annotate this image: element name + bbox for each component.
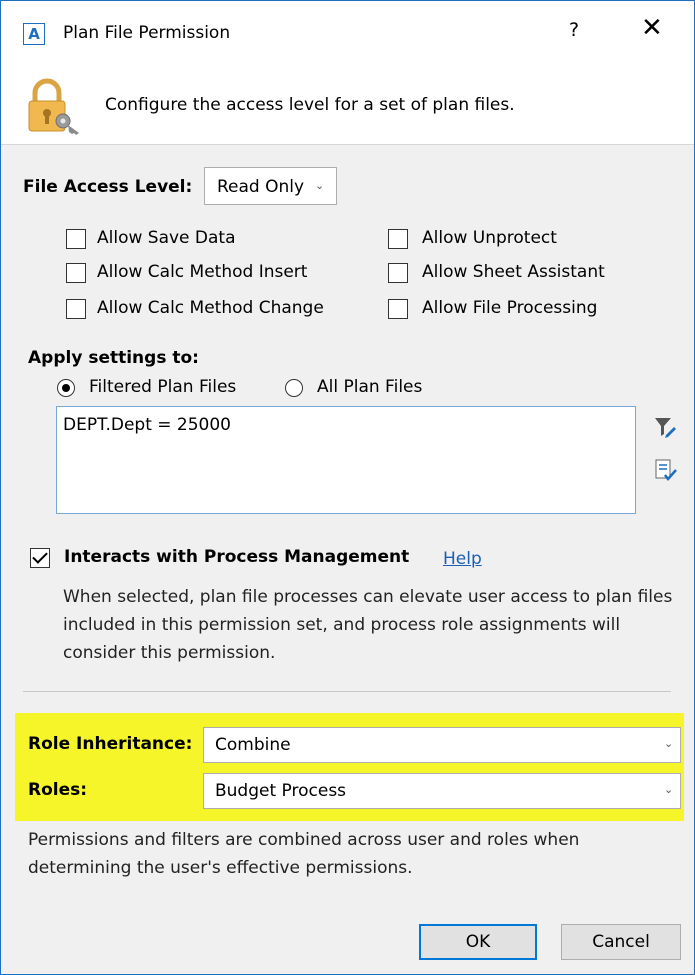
allow-sheet-assistant-checkbox[interactable] [388,263,408,283]
file-access-level-value: Read Only [217,177,305,197]
app-icon: A [23,23,45,45]
title-bar: A Plan File Permission ? ✕ [1,1,694,67]
filtered-plan-files-radio[interactable] [57,379,75,397]
allow-file-processing-label: Allow File Processing [422,298,598,318]
roles-info-text: Permissions and filters are combined acr… [28,830,580,878]
cancel-button[interactable]: Cancel [561,924,681,960]
allow-calc-method-insert-label: Allow Calc Method Insert [97,262,308,282]
all-plan-files-label: All Plan Files [317,377,423,397]
help-link[interactable]: Help [443,549,482,569]
allow-unprotect-checkbox[interactable] [388,229,408,249]
file-access-level-select[interactable]: Read Only ⌄ [204,167,337,205]
help-button[interactable]: ? [569,19,579,41]
chevron-down-icon: ⌄ [315,179,325,192]
chevron-down-icon: ⌄ [664,737,674,750]
roles-label: Roles: [28,780,88,800]
filter-textbox[interactable]: DEPT.Dept = 25000 [56,406,636,514]
allow-file-processing-checkbox[interactable] [388,299,408,319]
close-button[interactable]: ✕ [641,15,663,41]
allow-calc-method-change-label: Allow Calc Method Change [97,298,324,318]
filter-edit-icon[interactable] [653,415,677,439]
apply-settings-label: Apply settings to: [28,348,199,368]
role-inheritance-label: Role Inheritance: [28,734,193,754]
roles-select[interactable]: Budget Process ⌄ [203,773,681,809]
interacts-process-management-checkbox[interactable] [30,548,50,568]
filtered-plan-files-label: Filtered Plan Files [89,377,237,397]
filter-expression: DEPT.Dept = 25000 [63,415,231,435]
dialog-header: Configure the access level for a set of … [1,67,694,145]
allow-sheet-assistant-label: Allow Sheet Assistant [422,262,605,282]
allow-unprotect-label: Allow Unprotect [422,228,557,248]
all-plan-files-radio[interactable] [285,379,303,397]
role-inheritance-select[interactable]: Combine ⌄ [203,727,681,763]
divider [23,691,671,692]
chevron-down-icon: ⌄ [664,783,674,796]
filter-validate-icon[interactable] [653,458,677,482]
header-description: Configure the access level for a set of … [105,95,515,115]
allow-calc-method-change-checkbox[interactable] [66,299,86,319]
dialog-title: Plan File Permission [63,23,231,43]
lock-key-icon [28,78,79,135]
interacts-process-management-label: Interacts with Process Management [64,547,410,567]
file-access-level-label: File Access Level: [23,177,193,197]
plan-file-permission-dialog: A Plan File Permission ? ✕ Configure the… [0,0,695,975]
allow-save-data-label: Allow Save Data [97,228,236,248]
allow-calc-method-insert-checkbox[interactable] [66,263,86,283]
roles-value: Budget Process [215,781,347,801]
allow-save-data-checkbox[interactable] [66,229,86,249]
ok-button[interactable]: OK [419,924,537,960]
role-inheritance-value: Combine [215,735,291,755]
process-description: When selected, plan file processes can e… [63,587,673,663]
